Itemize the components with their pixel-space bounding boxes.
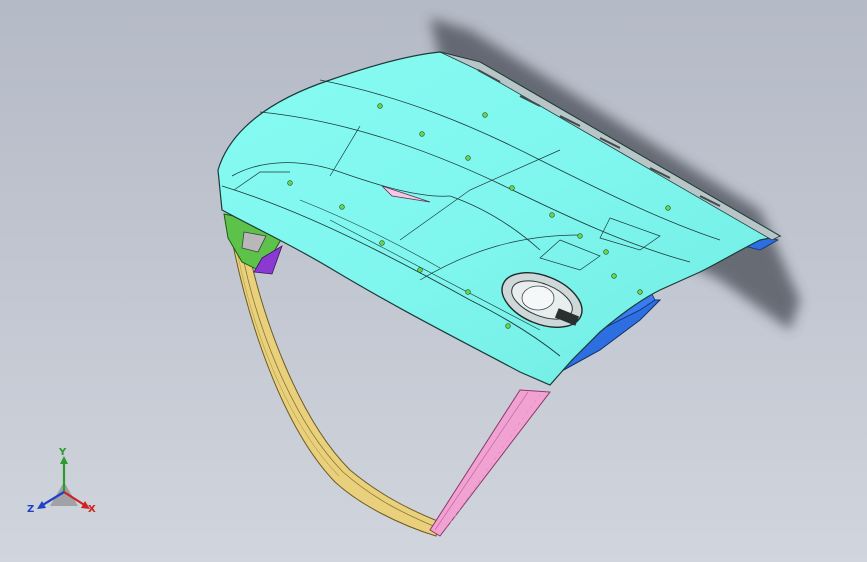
trunk-lid-panel[interactable] — [217, 51, 782, 386]
axis-y-label: Y — [59, 447, 67, 458]
triad-graphic — [37, 456, 90, 509]
cad-graphics-viewport[interactable]: Y X Z — [0, 0, 867, 562]
axis-z-label: Z — [27, 504, 35, 515]
right-frame-rail[interactable] — [429, 389, 551, 537]
trunk-lid-model[interactable] — [0, 0, 867, 562]
axis-x-label: X — [88, 504, 96, 515]
axis-triad[interactable]: Y X Z — [26, 448, 106, 528]
